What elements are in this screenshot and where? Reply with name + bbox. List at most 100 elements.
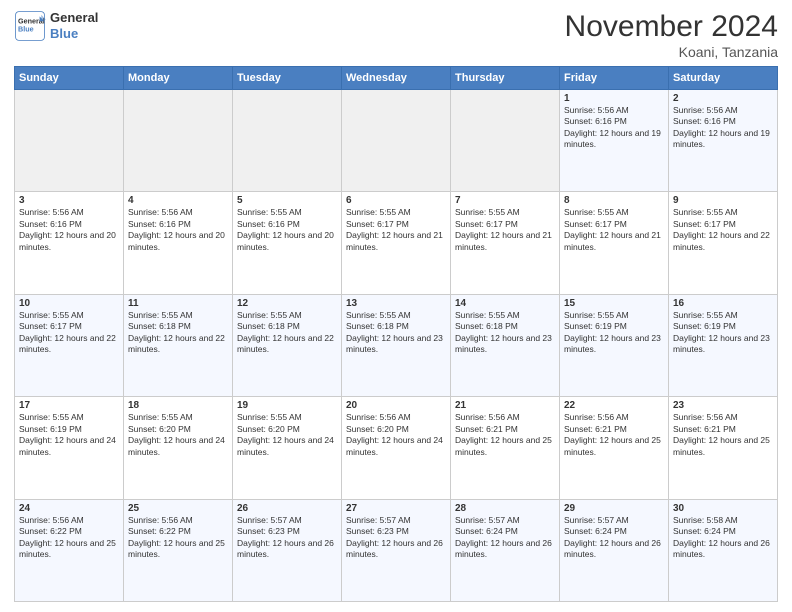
day-number: 24 — [19, 503, 119, 514]
calendar-cell: 10Sunrise: 5:55 AM Sunset: 6:17 PM Dayli… — [15, 294, 124, 396]
weekday-row: SundayMondayTuesdayWednesdayThursdayFrid… — [15, 67, 778, 90]
weekday-header-saturday: Saturday — [669, 67, 778, 90]
day-number: 14 — [455, 298, 555, 309]
day-info: Sunrise: 5:57 AM Sunset: 6:24 PM Dayligh… — [564, 515, 664, 561]
day-number: 7 — [455, 195, 555, 206]
day-info: Sunrise: 5:57 AM Sunset: 6:23 PM Dayligh… — [346, 515, 446, 561]
header: General Blue General Blue November 2024 … — [14, 10, 778, 60]
day-number: 17 — [19, 400, 119, 411]
calendar-cell: 9Sunrise: 5:55 AM Sunset: 6:17 PM Daylig… — [669, 192, 778, 294]
day-info: Sunrise: 5:56 AM Sunset: 6:22 PM Dayligh… — [19, 515, 119, 561]
calendar-cell — [342, 90, 451, 192]
logo-icon: General Blue — [14, 10, 46, 42]
day-info: Sunrise: 5:55 AM Sunset: 6:17 PM Dayligh… — [673, 207, 773, 253]
day-number: 29 — [564, 503, 664, 514]
day-number: 12 — [237, 298, 337, 309]
day-number: 5 — [237, 195, 337, 206]
calendar-table: SundayMondayTuesdayWednesdayThursdayFrid… — [14, 66, 778, 602]
day-number: 25 — [128, 503, 228, 514]
day-number: 4 — [128, 195, 228, 206]
week-row-3: 17Sunrise: 5:55 AM Sunset: 6:19 PM Dayli… — [15, 397, 778, 499]
calendar-cell — [124, 90, 233, 192]
week-row-0: 1Sunrise: 5:56 AM Sunset: 6:16 PM Daylig… — [15, 90, 778, 192]
calendar-cell: 15Sunrise: 5:55 AM Sunset: 6:19 PM Dayli… — [560, 294, 669, 396]
day-number: 18 — [128, 400, 228, 411]
title-block: November 2024 Koani, Tanzania — [565, 10, 778, 60]
calendar-cell — [15, 90, 124, 192]
day-number: 15 — [564, 298, 664, 309]
month-title: November 2024 — [565, 10, 778, 44]
day-number: 9 — [673, 195, 773, 206]
day-number: 30 — [673, 503, 773, 514]
calendar-cell: 23Sunrise: 5:56 AM Sunset: 6:21 PM Dayli… — [669, 397, 778, 499]
calendar-cell: 11Sunrise: 5:55 AM Sunset: 6:18 PM Dayli… — [124, 294, 233, 396]
calendar-cell: 7Sunrise: 5:55 AM Sunset: 6:17 PM Daylig… — [451, 192, 560, 294]
calendar-header: SundayMondayTuesdayWednesdayThursdayFrid… — [15, 67, 778, 90]
day-number: 26 — [237, 503, 337, 514]
calendar-cell: 22Sunrise: 5:56 AM Sunset: 6:21 PM Dayli… — [560, 397, 669, 499]
day-info: Sunrise: 5:55 AM Sunset: 6:17 PM Dayligh… — [455, 207, 555, 253]
logo-line2: Blue — [50, 26, 78, 41]
day-info: Sunrise: 5:56 AM Sunset: 6:22 PM Dayligh… — [128, 515, 228, 561]
calendar-cell: 1Sunrise: 5:56 AM Sunset: 6:16 PM Daylig… — [560, 90, 669, 192]
calendar-cell: 17Sunrise: 5:55 AM Sunset: 6:19 PM Dayli… — [15, 397, 124, 499]
day-info: Sunrise: 5:55 AM Sunset: 6:18 PM Dayligh… — [237, 310, 337, 356]
calendar-cell: 20Sunrise: 5:56 AM Sunset: 6:20 PM Dayli… — [342, 397, 451, 499]
day-info: Sunrise: 5:55 AM Sunset: 6:18 PM Dayligh… — [128, 310, 228, 356]
week-row-1: 3Sunrise: 5:56 AM Sunset: 6:16 PM Daylig… — [15, 192, 778, 294]
day-info: Sunrise: 5:57 AM Sunset: 6:24 PM Dayligh… — [455, 515, 555, 561]
location: Koani, Tanzania — [565, 44, 778, 60]
calendar-cell — [451, 90, 560, 192]
day-number: 28 — [455, 503, 555, 514]
day-number: 8 — [564, 195, 664, 206]
calendar-cell: 13Sunrise: 5:55 AM Sunset: 6:18 PM Dayli… — [342, 294, 451, 396]
calendar-cell: 25Sunrise: 5:56 AM Sunset: 6:22 PM Dayli… — [124, 499, 233, 601]
day-info: Sunrise: 5:55 AM Sunset: 6:18 PM Dayligh… — [346, 310, 446, 356]
day-info: Sunrise: 5:57 AM Sunset: 6:23 PM Dayligh… — [237, 515, 337, 561]
weekday-header-monday: Monday — [124, 67, 233, 90]
logo: General Blue General Blue — [14, 10, 98, 42]
calendar-cell: 28Sunrise: 5:57 AM Sunset: 6:24 PM Dayli… — [451, 499, 560, 601]
day-number: 23 — [673, 400, 773, 411]
day-info: Sunrise: 5:56 AM Sunset: 6:16 PM Dayligh… — [128, 207, 228, 253]
logo-line1: General — [50, 10, 98, 26]
weekday-header-thursday: Thursday — [451, 67, 560, 90]
day-info: Sunrise: 5:55 AM Sunset: 6:16 PM Dayligh… — [237, 207, 337, 253]
day-info: Sunrise: 5:56 AM Sunset: 6:16 PM Dayligh… — [564, 105, 664, 151]
day-info: Sunrise: 5:55 AM Sunset: 6:19 PM Dayligh… — [564, 310, 664, 356]
day-number: 11 — [128, 298, 228, 309]
weekday-header-wednesday: Wednesday — [342, 67, 451, 90]
calendar-cell: 4Sunrise: 5:56 AM Sunset: 6:16 PM Daylig… — [124, 192, 233, 294]
calendar-cell: 8Sunrise: 5:55 AM Sunset: 6:17 PM Daylig… — [560, 192, 669, 294]
svg-text:Blue: Blue — [18, 25, 34, 34]
week-row-2: 10Sunrise: 5:55 AM Sunset: 6:17 PM Dayli… — [15, 294, 778, 396]
calendar-cell: 5Sunrise: 5:55 AM Sunset: 6:16 PM Daylig… — [233, 192, 342, 294]
logo-text: General Blue — [50, 10, 98, 41]
day-info: Sunrise: 5:56 AM Sunset: 6:21 PM Dayligh… — [564, 412, 664, 458]
day-number: 2 — [673, 93, 773, 104]
day-number: 10 — [19, 298, 119, 309]
calendar-cell: 18Sunrise: 5:55 AM Sunset: 6:20 PM Dayli… — [124, 397, 233, 499]
calendar-body: 1Sunrise: 5:56 AM Sunset: 6:16 PM Daylig… — [15, 90, 778, 602]
day-number: 21 — [455, 400, 555, 411]
day-number: 1 — [564, 93, 664, 104]
calendar-cell: 29Sunrise: 5:57 AM Sunset: 6:24 PM Dayli… — [560, 499, 669, 601]
day-number: 13 — [346, 298, 446, 309]
calendar-cell: 12Sunrise: 5:55 AM Sunset: 6:18 PM Dayli… — [233, 294, 342, 396]
day-info: Sunrise: 5:56 AM Sunset: 6:16 PM Dayligh… — [673, 105, 773, 151]
day-info: Sunrise: 5:55 AM Sunset: 6:18 PM Dayligh… — [455, 310, 555, 356]
calendar-cell: 2Sunrise: 5:56 AM Sunset: 6:16 PM Daylig… — [669, 90, 778, 192]
calendar-cell: 27Sunrise: 5:57 AM Sunset: 6:23 PM Dayli… — [342, 499, 451, 601]
calendar-cell: 3Sunrise: 5:56 AM Sunset: 6:16 PM Daylig… — [15, 192, 124, 294]
day-info: Sunrise: 5:55 AM Sunset: 6:17 PM Dayligh… — [19, 310, 119, 356]
calendar-cell: 26Sunrise: 5:57 AM Sunset: 6:23 PM Dayli… — [233, 499, 342, 601]
calendar-cell: 30Sunrise: 5:58 AM Sunset: 6:24 PM Dayli… — [669, 499, 778, 601]
calendar-cell: 16Sunrise: 5:55 AM Sunset: 6:19 PM Dayli… — [669, 294, 778, 396]
day-info: Sunrise: 5:56 AM Sunset: 6:20 PM Dayligh… — [346, 412, 446, 458]
calendar-cell: 24Sunrise: 5:56 AM Sunset: 6:22 PM Dayli… — [15, 499, 124, 601]
day-info: Sunrise: 5:55 AM Sunset: 6:20 PM Dayligh… — [237, 412, 337, 458]
day-info: Sunrise: 5:55 AM Sunset: 6:17 PM Dayligh… — [564, 207, 664, 253]
day-number: 16 — [673, 298, 773, 309]
day-info: Sunrise: 5:58 AM Sunset: 6:24 PM Dayligh… — [673, 515, 773, 561]
day-number: 22 — [564, 400, 664, 411]
